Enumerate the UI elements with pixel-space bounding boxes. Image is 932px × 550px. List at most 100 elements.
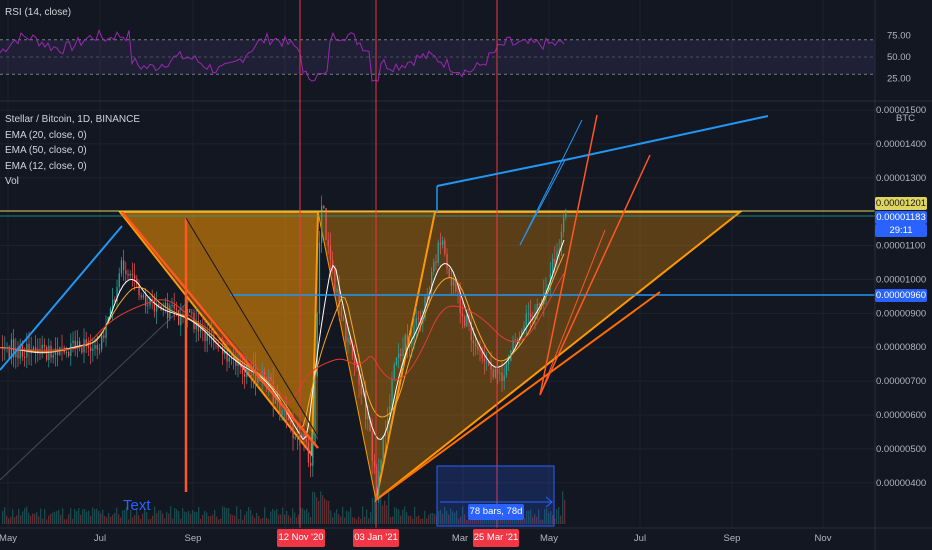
volume-bar — [428, 514, 430, 524]
rsi-indicator-label[interactable]: RSI (14, close) — [5, 7, 71, 18]
volume-bar — [396, 508, 398, 524]
volume-bar — [134, 515, 136, 524]
volume-bar — [400, 515, 402, 524]
volume-bar — [96, 508, 98, 524]
volume-bar — [328, 500, 330, 524]
volume-bar — [292, 508, 294, 524]
volume-bar — [172, 518, 174, 524]
volume-bar — [160, 510, 162, 524]
volume-bar — [16, 515, 18, 524]
candle-body — [494, 369, 497, 378]
candle-body — [305, 439, 307, 443]
candle-body — [400, 353, 402, 357]
volume-bar — [226, 508, 228, 524]
text-annotation[interactable]: Text — [123, 497, 151, 514]
volume-bar — [32, 513, 34, 524]
candle-body — [439, 242, 442, 245]
candle-body — [17, 349, 19, 359]
volume-bar — [114, 512, 116, 524]
candle-body — [81, 347, 83, 353]
volume-bar — [340, 516, 342, 524]
volume-bar — [418, 515, 420, 524]
volume-bar — [18, 508, 20, 524]
volume-bar — [388, 492, 390, 524]
time-axis-label-3: Mar — [452, 533, 468, 544]
legend-ema20[interactable]: EMA (20, close, 0) — [5, 128, 140, 144]
time-axis-label-5: Jul — [634, 533, 646, 544]
volume-bar — [308, 512, 310, 524]
volume-bar — [60, 514, 62, 524]
volume-bar — [162, 513, 164, 524]
volume-bar — [432, 512, 434, 524]
volume-bar — [348, 511, 350, 524]
volume-bar — [48, 515, 50, 524]
candle-body — [563, 217, 565, 232]
legend-ema12[interactable]: EMA (12, close, 0) — [5, 159, 140, 175]
candle-body — [270, 377, 272, 381]
volume-bar — [88, 510, 90, 524]
volume-bar — [296, 517, 298, 524]
candle-body — [501, 372, 503, 381]
candle-body — [94, 345, 96, 349]
volume-bar — [198, 506, 200, 524]
volume-bar — [384, 500, 386, 524]
volume-bar — [344, 517, 346, 524]
volume-bar — [324, 498, 326, 524]
candle-body — [514, 339, 516, 341]
volume-bar — [104, 516, 106, 524]
candle-body — [461, 313, 464, 317]
candle-body — [479, 350, 481, 352]
candle-body — [131, 273, 134, 276]
volume-bar — [214, 509, 216, 524]
candle-body — [395, 357, 398, 366]
volume-bar — [248, 506, 250, 524]
time-axis-label-4: May — [540, 533, 558, 544]
candle-body — [52, 354, 54, 358]
chart-canvas[interactable]: 75.0050.0025.00BTC0.000015000.000014000.… — [0, 0, 932, 550]
volume-bar — [564, 499, 566, 524]
candle-body — [325, 208, 327, 240]
volume-bar — [290, 517, 292, 524]
volume-bar — [188, 510, 190, 524]
legend-symbol-title[interactable]: Stellar / Bitcoin, 1D, BINANCE — [5, 112, 140, 128]
candle-body — [505, 364, 508, 376]
volume-bar — [66, 519, 68, 524]
candle-body — [415, 318, 417, 326]
candle-body — [158, 303, 160, 306]
volume-bar — [102, 509, 104, 524]
candle-body — [35, 347, 37, 352]
candle-body — [503, 375, 505, 381]
candle-body — [402, 348, 404, 357]
volume-bar — [318, 500, 320, 524]
date-range-label[interactable]: 78 bars, 78d — [468, 504, 524, 520]
candle-body — [538, 303, 541, 305]
candle-body — [61, 347, 63, 349]
price-tag-yellow: 0.00001201 — [875, 197, 927, 210]
volume-bar — [106, 517, 108, 524]
volume-bar — [244, 514, 246, 524]
candle-body — [464, 316, 466, 327]
volume-bar — [210, 515, 212, 524]
volume-bar — [408, 515, 410, 524]
candle-body — [426, 296, 428, 300]
volume-bar — [64, 519, 66, 524]
gray-trendline — [0, 299, 191, 481]
volume-bar — [362, 506, 364, 524]
volume-bar — [272, 508, 274, 524]
time-axis-label-0: May — [0, 533, 17, 544]
price-axis-label-9: 0.00000500 — [876, 444, 926, 455]
candle-body — [173, 304, 175, 309]
legend-volume[interactable]: Vol — [5, 174, 140, 190]
volume-bar — [280, 514, 282, 524]
candle-body — [312, 443, 314, 466]
legend-ema50[interactable]: EMA (50, close, 0) — [5, 143, 140, 159]
candle-body — [318, 242, 321, 314]
volume-bar — [34, 513, 36, 524]
candle-body — [307, 442, 310, 463]
volume-bar — [200, 518, 202, 524]
volume-bar — [420, 519, 422, 524]
candle-body — [472, 340, 475, 344]
candle-body — [189, 309, 191, 313]
volume-bar — [158, 510, 160, 524]
volume-bar — [260, 518, 262, 524]
